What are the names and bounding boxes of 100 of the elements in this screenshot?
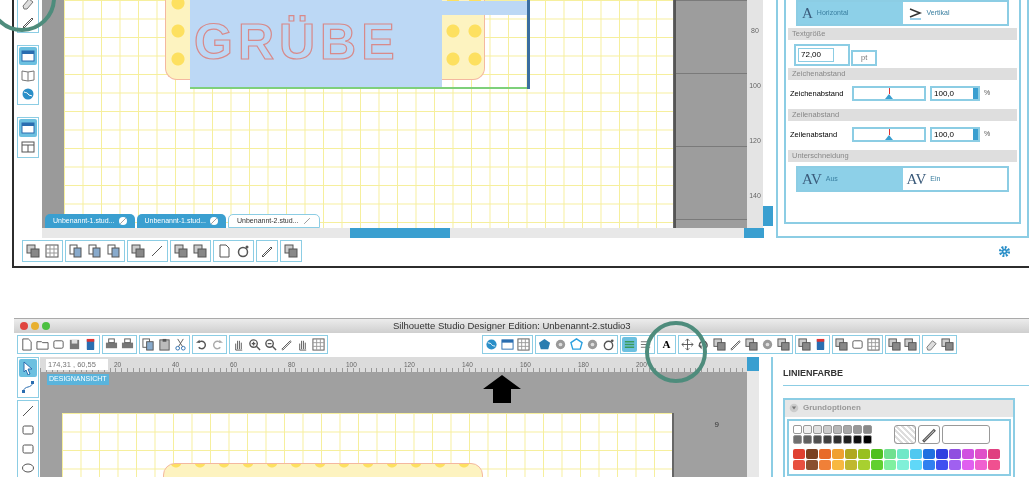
grid-icon[interactable] [516, 337, 531, 353]
color-swatch[interactable] [988, 448, 1000, 459]
color-swatch[interactable] [949, 448, 961, 459]
settings-icon[interactable] [998, 244, 1011, 258]
color-swatch[interactable] [863, 424, 872, 434]
squares-icon[interactable] [172, 242, 190, 260]
squares-icon[interactable] [903, 337, 918, 353]
zoom-out-icon[interactable] [263, 337, 278, 353]
copy-icon[interactable] [67, 242, 85, 260]
collapse-icon[interactable] [789, 403, 799, 414]
color-swatch[interactable] [975, 448, 987, 459]
color-swatch[interactable] [962, 448, 974, 459]
scrollbar-thumb[interactable] [350, 228, 450, 238]
color-swatch[interactable] [962, 459, 974, 470]
color-swatch[interactable] [923, 459, 935, 470]
color-swatch[interactable] [853, 424, 862, 434]
squares-icon[interactable] [24, 242, 42, 260]
color-swatch[interactable] [897, 448, 909, 459]
color-swatch[interactable] [803, 434, 812, 444]
color-swatch[interactable] [843, 434, 852, 444]
split-window-icon[interactable] [19, 138, 37, 156]
color-swatch[interactable] [823, 434, 832, 444]
squares-icon[interactable] [282, 242, 300, 260]
grid-icon[interactable] [866, 337, 881, 353]
color-swatch[interactable] [858, 448, 870, 459]
zoom-in-icon[interactable] [247, 337, 262, 353]
eyedropper-icon[interactable] [918, 424, 940, 444]
ring-icon[interactable] [601, 337, 616, 353]
color-swatch[interactable] [936, 448, 948, 459]
transparent-swatch[interactable] [894, 424, 916, 444]
color-swatch[interactable] [806, 448, 818, 459]
squares-icon[interactable] [776, 337, 791, 353]
page-icon[interactable] [19, 337, 34, 353]
squares-icon[interactable] [712, 337, 727, 353]
pentagon-outline-icon[interactable] [569, 337, 584, 353]
color-swatch[interactable] [884, 448, 896, 459]
squares-icon[interactable] [797, 337, 812, 353]
color-swatch[interactable] [832, 459, 844, 470]
color-swatch[interactable] [819, 448, 831, 459]
color-swatch[interactable] [843, 424, 852, 434]
pencil-icon[interactable] [279, 337, 294, 353]
squares-icon[interactable] [887, 337, 902, 353]
clipboard-icon[interactable] [157, 337, 172, 353]
color-swatch[interactable] [832, 448, 844, 459]
color-swatch[interactable] [897, 459, 909, 470]
squares-icon[interactable] [940, 337, 955, 353]
text-tool-button[interactable]: A [659, 337, 674, 353]
window-icon[interactable] [500, 337, 515, 353]
slider-thumb[interactable] [885, 135, 893, 140]
color-swatch[interactable] [793, 459, 805, 470]
grid-icon[interactable] [311, 337, 326, 353]
size-field[interactable]: 72,00 [798, 48, 834, 62]
color-swatch[interactable] [936, 459, 948, 470]
color-swatch[interactable] [949, 459, 961, 470]
color-swatch[interactable] [975, 459, 987, 470]
color-swatch[interactable] [845, 448, 857, 459]
color-swatch[interactable] [793, 448, 805, 459]
pointer-icon[interactable] [18, 359, 37, 378]
color-swatch[interactable] [813, 424, 822, 434]
pencil-icon[interactable] [728, 337, 743, 353]
color-swatch[interactable] [858, 459, 870, 470]
color-swatch[interactable] [793, 434, 802, 444]
color-swatch[interactable] [988, 459, 1000, 470]
color-swatch[interactable] [813, 434, 822, 444]
close-button[interactable] [20, 322, 28, 331]
squares-icon[interactable] [129, 242, 147, 260]
grid-icon[interactable] [43, 242, 61, 260]
color-swatch[interactable] [871, 459, 883, 470]
value-field[interactable]: 100,0 [930, 127, 980, 142]
slider-thumb[interactable] [885, 94, 893, 99]
custom-color-swatch[interactable] [942, 424, 990, 444]
window-icon[interactable] [19, 47, 37, 65]
globe-icon[interactable] [484, 337, 499, 353]
window-icon[interactable] [19, 119, 37, 137]
color-swatch[interactable] [803, 424, 812, 434]
squares-icon[interactable] [744, 337, 759, 353]
scissors-icon[interactable] [173, 337, 188, 353]
eraser-icon[interactable] [924, 337, 939, 353]
color-swatch[interactable] [923, 448, 935, 459]
color-swatch[interactable] [871, 448, 883, 459]
expand-button[interactable] [747, 357, 759, 372]
color-swatch[interactable] [910, 459, 922, 470]
color-swatch[interactable] [833, 434, 842, 444]
color-swatch[interactable] [884, 459, 896, 470]
color-swatch[interactable] [806, 459, 818, 470]
color-swatch[interactable] [833, 424, 842, 434]
color-swatch[interactable] [793, 424, 802, 434]
color-swatch[interactable] [819, 459, 831, 470]
copy-icon[interactable] [86, 242, 104, 260]
color-swatch[interactable] [853, 434, 862, 444]
copy-icon[interactable] [141, 337, 156, 353]
move-icon[interactable] [680, 337, 695, 353]
copy-icon[interactable] [105, 242, 123, 260]
color-swatch[interactable] [823, 424, 832, 434]
squares-icon[interactable] [834, 337, 849, 353]
color-swatch[interactable] [910, 448, 922, 459]
color-swatch[interactable] [845, 459, 857, 470]
color-swatch[interactable] [863, 434, 872, 444]
lines-icon[interactable] [622, 337, 637, 353]
value-field[interactable]: 100,0 [930, 86, 980, 101]
